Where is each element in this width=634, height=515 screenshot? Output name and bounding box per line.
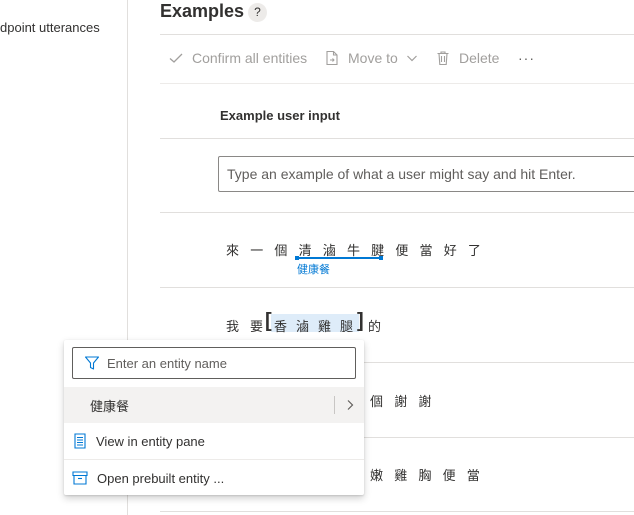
- confirm-all-entities-button[interactable]: Confirm all entities: [168, 47, 307, 69]
- utterance-token: 謝: [418, 394, 432, 409]
- utterance-token: 謝: [394, 394, 408, 409]
- utterance-token: 個: [370, 394, 384, 409]
- open-prebuilt-entity-label: Open prebuilt entity ...: [97, 470, 225, 486]
- move-document-icon: [326, 50, 338, 66]
- entity-picker-menu: 健康餐 View in entity pane Open prebuilt en…: [64, 340, 364, 495]
- utterance-row-4[interactable]: 嫩雞胸便當: [370, 465, 491, 484]
- utterance-token: 雞: [394, 468, 408, 483]
- entity-filter-box[interactable]: [72, 347, 356, 379]
- header-row-divider: [160, 138, 634, 139]
- move-to-label: Move to: [348, 50, 398, 66]
- row-divider: [160, 511, 634, 512]
- delete-button[interactable]: Delete: [435, 47, 499, 69]
- utterance-token: 便: [442, 468, 456, 483]
- archive-box-icon: [72, 471, 88, 485]
- trash-icon: [437, 51, 449, 66]
- utterance-token: 嫩: [370, 468, 384, 483]
- utterance-token: 一: [250, 243, 264, 258]
- row-divider: [160, 287, 634, 288]
- header-divider: [160, 34, 634, 35]
- column-header-example-user-input: Example user input: [220, 108, 340, 123]
- menu-item-entity[interactable]: 健康餐: [64, 387, 364, 423]
- utterance-token: 胸: [418, 468, 432, 483]
- help-button[interactable]: ?: [248, 3, 267, 22]
- utterance-token[interactable]: 腿: [340, 316, 368, 335]
- submenu-divider: [334, 396, 335, 414]
- entity-label[interactable]: 健康餐: [297, 261, 330, 277]
- new-utterance-input[interactable]: [219, 157, 634, 191]
- menu-item-entity-label: 健康餐: [90, 398, 130, 414]
- utterance-token: 當: [466, 468, 480, 483]
- toolbar-divider: [160, 83, 634, 84]
- utterance-token[interactable]: 香: [274, 316, 296, 335]
- utterance-token: 要: [250, 319, 264, 334]
- new-utterance-input-box[interactable]: [218, 156, 634, 192]
- menu-item-open-prebuilt-entity[interactable]: Open prebuilt entity ...: [64, 460, 364, 496]
- utterance-token: 的: [368, 319, 382, 334]
- checkmark-icon: [169, 53, 183, 63]
- view-in-entity-pane-label: View in entity pane: [96, 433, 205, 449]
- more-options-button[interactable]: ···: [518, 47, 535, 69]
- utterance-token: 便: [395, 243, 409, 258]
- menu-item-view-in-entity-pane[interactable]: View in entity pane: [64, 423, 364, 459]
- entity-underline[interactable]: [295, 256, 383, 260]
- move-to-button[interactable]: Move to: [324, 47, 418, 69]
- confirm-all-entities-label: Confirm all entities: [192, 50, 308, 66]
- utterance-row-2[interactable]: 我要香滷雞腿的: [226, 316, 392, 335]
- entity-filter-input[interactable]: [107, 348, 347, 378]
- utterance-token: 當: [419, 243, 433, 258]
- document-list-icon: [74, 433, 86, 449]
- utterance-token: 我: [226, 319, 240, 334]
- utterance-token[interactable]: 滷: [296, 316, 318, 335]
- utterance-token: 好: [443, 243, 457, 258]
- row-divider: [160, 212, 634, 213]
- filter-icon: [84, 356, 100, 370]
- utterance-token: 了: [467, 243, 481, 258]
- utterance-row-3[interactable]: 個謝謝: [370, 391, 443, 410]
- page-title: Examples: [160, 1, 245, 21]
- chevron-right-icon[interactable]: [344, 399, 356, 411]
- utterance-token: 來: [226, 243, 240, 258]
- chevron-down-icon: [406, 55, 417, 62]
- delete-label: Delete: [459, 50, 500, 66]
- utterance-token[interactable]: 雞: [318, 316, 340, 335]
- sidebar-item-endpoint-utterances[interactable]: dpoint utterances: [0, 20, 100, 35]
